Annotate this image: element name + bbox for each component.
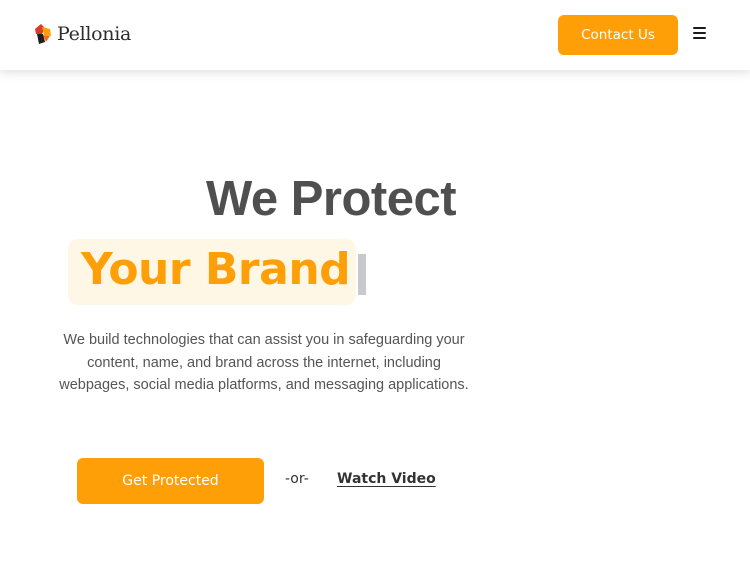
logo[interactable]: Pellonia xyxy=(33,23,131,45)
logo-icon xyxy=(35,24,51,44)
typing-cursor xyxy=(358,254,366,295)
contact-us-button[interactable]: Contact Us xyxy=(558,15,678,55)
hamburger-icon[interactable] xyxy=(693,27,711,43)
hero-title: We Protect xyxy=(205,172,457,226)
get-protected-button[interactable]: Get Protected xyxy=(77,458,264,504)
or-separator: -or- xyxy=(285,471,309,487)
hero-description: We build technologies that can assist yo… xyxy=(59,332,469,393)
watch-video-link[interactable]: Watch Video xyxy=(337,471,436,487)
site-header: Pellonia Contact Us xyxy=(0,0,750,70)
logo-text: Pellonia xyxy=(57,23,132,45)
hero-highlight-text: Your Brand xyxy=(81,244,351,295)
